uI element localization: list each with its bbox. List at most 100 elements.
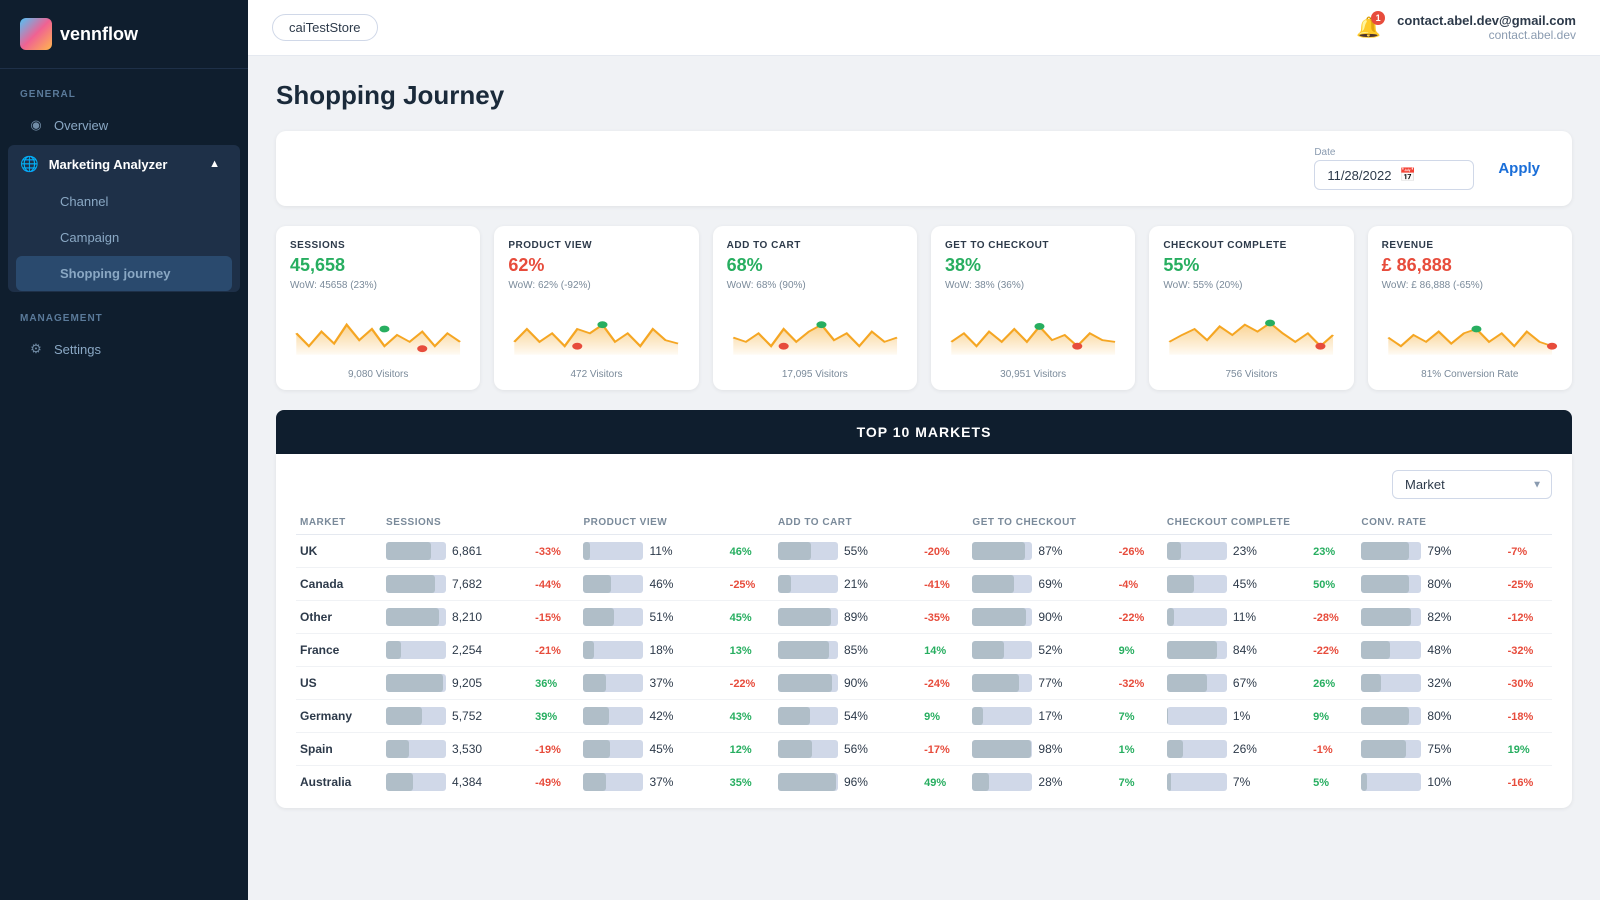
cell-delta: -1%: [1309, 733, 1357, 766]
cell-value: 17%: [968, 700, 1114, 733]
cell-value: 4,384: [382, 766, 531, 799]
overview-label: Overview: [54, 118, 108, 133]
user-email: contact.abel.dev@gmail.com: [1397, 13, 1576, 28]
management-section-label: MANAGEMENT: [0, 293, 248, 330]
cell-value: 54%: [774, 700, 920, 733]
cell-value: 85%: [774, 634, 920, 667]
store-selector[interactable]: caiTestStore: [272, 14, 378, 41]
market-name: Canada: [296, 568, 382, 601]
market-name: France: [296, 634, 382, 667]
cell-value: 11%: [1163, 601, 1309, 634]
cell-delta: -17%: [920, 733, 968, 766]
cell-value: 32%: [1357, 667, 1503, 700]
cell-delta: -22%: [1309, 634, 1357, 667]
cell-delta: 9%: [1115, 634, 1163, 667]
notifications-bell[interactable]: 🔔 1: [1356, 15, 1381, 40]
cell-delta: 23%: [1309, 535, 1357, 568]
metric-visitors-get-to-checkout: 30,951 Visitors: [945, 369, 1121, 380]
cell-delta: 9%: [920, 700, 968, 733]
table-row: Germany 5,752 39% 42% 43% 54% 9% 17%: [296, 700, 1552, 733]
th-checkout-complete: CHECKOUT COMPLETE: [1163, 511, 1357, 535]
markets-table: MARKET SESSIONS PRODUCT VIEW ADD TO CART…: [296, 511, 1552, 798]
cell-delta: 39%: [531, 700, 579, 733]
metric-title-revenue: REVENUE: [1382, 240, 1558, 251]
cell-value: 6,861: [382, 535, 531, 568]
logo-icon: [20, 18, 52, 50]
calendar-icon[interactable]: 📅: [1399, 167, 1461, 183]
cell-delta: -22%: [726, 667, 774, 700]
cell-delta: 7%: [1115, 766, 1163, 799]
date-input-wrapper[interactable]: 11/28/2022 📅: [1314, 160, 1474, 190]
cell-value: 80%: [1357, 568, 1503, 601]
date-label-wrap: Date 11/28/2022 📅: [1314, 147, 1474, 190]
cell-value: 77%: [968, 667, 1114, 700]
cell-value: 18%: [579, 634, 725, 667]
cell-delta: 14%: [920, 634, 968, 667]
page-title: Shopping Journey: [276, 80, 1572, 111]
cell-value: 80%: [1357, 700, 1503, 733]
apply-button[interactable]: Apply: [1486, 154, 1552, 183]
metric-value-sessions: 45,658: [290, 255, 466, 276]
cell-delta: -12%: [1504, 601, 1552, 634]
cell-delta: -25%: [1504, 568, 1552, 601]
cell-value: 90%: [968, 601, 1114, 634]
channel-label: Channel: [60, 194, 108, 209]
table-row: UK 6,861 -33% 11% 46% 55% -20% 87%: [296, 535, 1552, 568]
table-row: Australia 4,384 -49% 37% 35% 96% 49%: [296, 766, 1552, 799]
cell-value: 7%: [1163, 766, 1309, 799]
metric-title-product-view: PRODUCT VIEW: [508, 240, 684, 251]
metric-chart-checkout-complete: [1163, 299, 1339, 359]
market-name: UK: [296, 535, 382, 568]
user-info: contact.abel.dev@gmail.com contact.abel.…: [1397, 13, 1576, 42]
cell-delta: -30%: [1504, 667, 1552, 700]
cell-delta: 7%: [1115, 700, 1163, 733]
metric-card-get-to-checkout: GET TO CHECKOUT 38% WoW: 38% (36%) 30,95…: [931, 226, 1135, 390]
date-filter-card: Date 11/28/2022 📅 Apply: [276, 131, 1572, 206]
table-row: Spain 3,530 -19% 45% 12% 56% -17% 98: [296, 733, 1552, 766]
cell-delta: -22%: [1115, 601, 1163, 634]
settings-label: Settings: [54, 342, 101, 357]
cell-delta: -19%: [531, 733, 579, 766]
cell-delta: 46%: [726, 535, 774, 568]
th-get-to-checkout: GET TO CHECKOUT: [968, 511, 1162, 535]
notification-badge: 1: [1371, 11, 1385, 25]
metric-chart-sessions: [290, 299, 466, 359]
th-product-view: PRODUCT VIEW: [579, 511, 773, 535]
shopping-journey-label: Shopping journey: [60, 266, 171, 281]
cell-value: 42%: [579, 700, 725, 733]
sidebar-item-channel[interactable]: Channel: [16, 184, 232, 219]
market-select[interactable]: Market Country Region: [1392, 470, 1552, 499]
metric-visitors-sessions: 9,080 Visitors: [290, 369, 466, 380]
metric-value-checkout-complete: 55%: [1163, 255, 1339, 276]
markets-section: TOP 10 MARKETS Market Country Region M: [276, 410, 1572, 808]
sidebar-item-campaign[interactable]: Campaign: [16, 220, 232, 255]
metric-visitors-checkout-complete: 756 Visitors: [1163, 369, 1339, 380]
chevron-up-icon: ▲: [209, 158, 220, 170]
logo-area: vennflow: [0, 0, 248, 69]
cell-value: 11%: [579, 535, 725, 568]
table-row: US 9,205 36% 37% -22% 90% -24% 77%: [296, 667, 1552, 700]
marketing-analyzer-group: 🌐 Marketing Analyzer ▲ Channel Campaign …: [8, 145, 240, 292]
sidebar-item-settings[interactable]: ⚙ Settings: [8, 331, 240, 367]
market-name: Germany: [296, 700, 382, 733]
cell-value: 28%: [968, 766, 1114, 799]
metric-title-sessions: SESSIONS: [290, 240, 466, 251]
sidebar-item-overview[interactable]: ◉ Overview: [8, 107, 240, 143]
main-content: caiTestStore 🔔 1 contact.abel.dev@gmail.…: [248, 0, 1600, 900]
cell-delta: -49%: [531, 766, 579, 799]
cell-delta: 50%: [1309, 568, 1357, 601]
cell-delta: 49%: [920, 766, 968, 799]
cell-delta: 36%: [531, 667, 579, 700]
cell-delta: 12%: [726, 733, 774, 766]
metric-value-product-view: 62%: [508, 255, 684, 276]
metrics-row: SESSIONS 45,658 WoW: 45658 (23%) 9,080 V…: [276, 226, 1572, 390]
cell-value: 90%: [774, 667, 920, 700]
metric-wow-get-to-checkout: WoW: 38% (36%): [945, 280, 1121, 291]
cell-delta: -7%: [1504, 535, 1552, 568]
cell-value: 79%: [1357, 535, 1503, 568]
cell-delta: -18%: [1504, 700, 1552, 733]
cell-value: 45%: [1163, 568, 1309, 601]
sidebar-item-marketing-analyzer[interactable]: 🌐 Marketing Analyzer ▲: [8, 145, 240, 183]
sidebar-item-shopping-journey[interactable]: Shopping journey: [16, 256, 232, 291]
markets-header: TOP 10 MARKETS: [276, 410, 1572, 454]
